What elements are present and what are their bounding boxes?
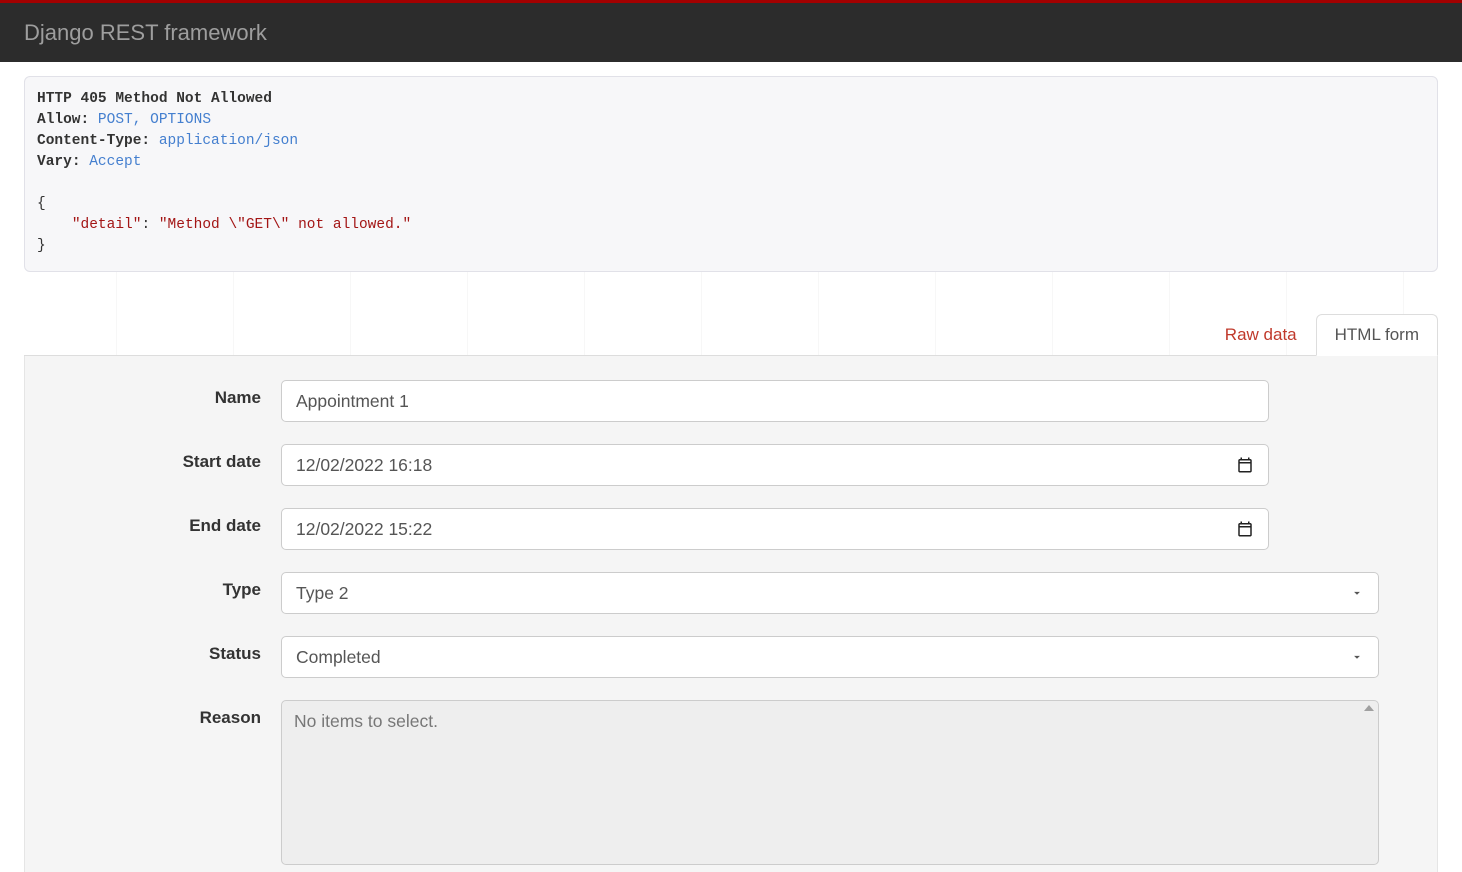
label-status: Status (45, 636, 281, 664)
label-end-date: End date (45, 508, 281, 536)
input-start-date[interactable]: 12/02/2022 16:18 (281, 444, 1269, 486)
start-date-value: 12/02/2022 16:18 (296, 455, 432, 476)
tab-raw-data[interactable]: Raw data (1206, 314, 1316, 356)
row-name: Name (45, 380, 1417, 422)
calendar-icon[interactable] (1236, 520, 1254, 538)
hdr-allow-k: Allow (37, 112, 81, 128)
body-val: "Method \"GET\" not allowed." (159, 217, 411, 233)
body-key: "detail" (72, 217, 142, 233)
tabs: Raw data HTML form (24, 314, 1438, 356)
status-line: HTTP 405 Method Not Allowed (37, 91, 272, 107)
chevron-down-icon (1350, 586, 1364, 600)
brand-link[interactable]: Django REST framework (24, 20, 267, 46)
row-type: Type Type 2 (45, 572, 1417, 614)
tab-html-form[interactable]: HTML form (1316, 314, 1438, 356)
navbar: Django REST framework (0, 3, 1462, 62)
hdr-vary-k: Vary (37, 154, 72, 170)
row-start-date: Start date 12/02/2022 16:18 (45, 444, 1417, 486)
response-panel: HTTP 405 Method Not Allowed Allow: POST,… (24, 76, 1438, 272)
reason-placeholder: No items to select. (294, 711, 438, 731)
end-date-value: 12/02/2022 15:22 (296, 519, 432, 540)
label-type: Type (45, 572, 281, 600)
hdr-allow-v: POST, OPTIONS (98, 112, 211, 128)
row-status: Status Completed (45, 636, 1417, 678)
row-reason: Reason No items to select. (45, 700, 1417, 865)
label-start-date: Start date (45, 444, 281, 472)
status-value: Completed (296, 647, 381, 668)
label-name: Name (45, 380, 281, 408)
input-end-date[interactable]: 12/02/2022 15:22 (281, 508, 1269, 550)
chevron-down-icon (1350, 650, 1364, 664)
scroll-up-icon (1364, 705, 1374, 711)
select-type[interactable]: Type 2 (281, 572, 1379, 614)
form-panel: Name Start date 12/02/2022 16:18 End dat… (24, 356, 1438, 872)
select-reason[interactable]: No items to select. (281, 700, 1379, 865)
label-reason: Reason (45, 700, 281, 728)
row-end-date: End date 12/02/2022 15:22 (45, 508, 1417, 550)
select-status[interactable]: Completed (281, 636, 1379, 678)
hdr-ct-k: Content-Type (37, 133, 141, 149)
content: HTTP 405 Method Not Allowed Allow: POST,… (0, 76, 1462, 872)
input-name[interactable] (281, 380, 1269, 422)
hdr-ct-v: application/json (159, 133, 298, 149)
hdr-vary-v: Accept (89, 154, 141, 170)
type-value: Type 2 (296, 583, 349, 604)
calendar-icon[interactable] (1236, 456, 1254, 474)
